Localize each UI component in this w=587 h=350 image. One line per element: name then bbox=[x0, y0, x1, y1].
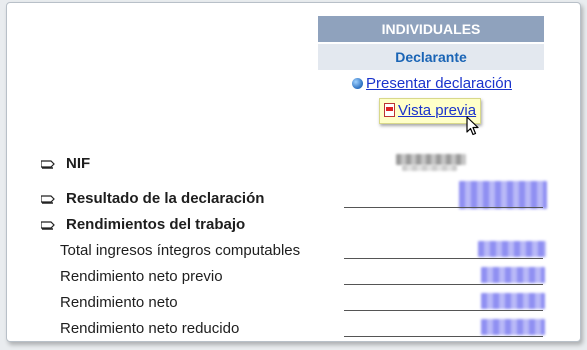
redacted-value bbox=[478, 241, 546, 257]
redacted-value bbox=[459, 181, 547, 209]
bullet-arrow-icon bbox=[41, 221, 55, 230]
redacted-value bbox=[481, 293, 545, 309]
row-label: Rendimiento neto bbox=[60, 294, 178, 311]
row-neto-previo: Rendimiento neto previo bbox=[7, 266, 580, 288]
column-subheader: Declarante bbox=[318, 44, 544, 70]
row-nif: NIF bbox=[7, 153, 580, 175]
pdf-icon bbox=[384, 103, 395, 117]
row-neto-reducido: Rendimiento neto reducido bbox=[7, 318, 580, 340]
redacted-value bbox=[396, 154, 466, 165]
row-label: Rendimientos del trabajo bbox=[66, 216, 246, 233]
column-header: INDIVIDUALES bbox=[318, 16, 544, 42]
row-label: NIF bbox=[66, 155, 91, 172]
value-underline bbox=[344, 258, 543, 259]
row-total-ingresos: Total ingresos íntegros computables bbox=[7, 240, 580, 262]
declaration-panel: INDIVIDUALES Declarante Presentar declar… bbox=[6, 2, 581, 342]
row-label: Rendimiento neto reducido bbox=[60, 320, 240, 337]
present-declaration-link[interactable]: Presentar declaración bbox=[352, 74, 512, 94]
present-declaration-label: Presentar declaración bbox=[366, 75, 512, 92]
row-label: Rendimiento neto previo bbox=[60, 268, 223, 285]
mouse-cursor-icon bbox=[466, 116, 479, 136]
value-underline bbox=[344, 284, 543, 285]
redacted-value bbox=[402, 165, 457, 171]
bullet-arrow-icon bbox=[41, 160, 55, 169]
preview-label: Vista previa bbox=[398, 102, 477, 119]
bullet-arrow-icon bbox=[41, 195, 55, 204]
row-label: Total ingresos íntegros computables bbox=[60, 242, 301, 259]
redacted-value bbox=[481, 267, 545, 283]
row-rendimientos-trabajo: Rendimientos del trabajo bbox=[7, 214, 580, 236]
row-neto: Rendimiento neto bbox=[7, 292, 580, 314]
row-resultado: Resultado de la declaración bbox=[7, 181, 580, 210]
row-label: Resultado de la declaración bbox=[66, 190, 265, 207]
globe-icon bbox=[352, 78, 363, 89]
redacted-value bbox=[481, 319, 545, 335]
value-underline bbox=[344, 207, 543, 208]
value-underline bbox=[344, 310, 543, 311]
value-underline bbox=[344, 336, 543, 337]
